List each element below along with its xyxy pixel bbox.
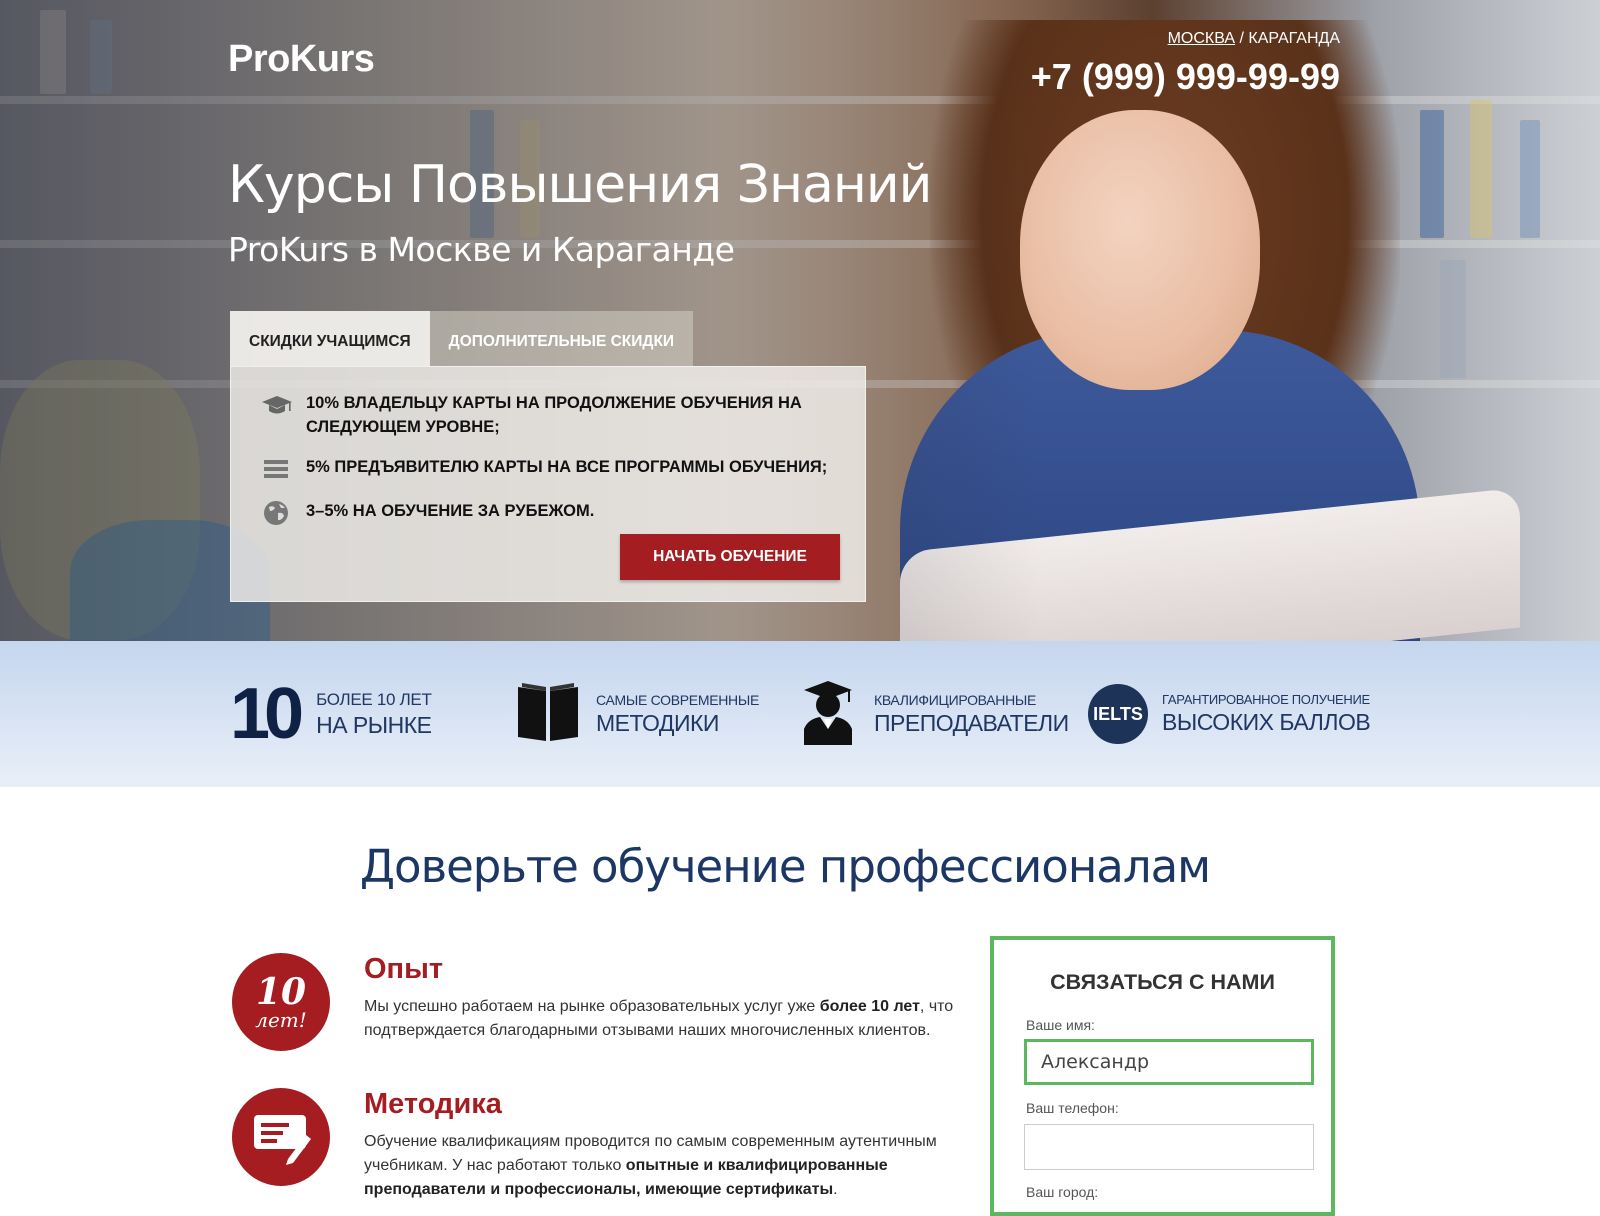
discount-text: 5% ПРЕДЪЯВИТЕЛЮ КАРТЫ НА ВСЕ ПРОГРАММЫ О… bbox=[306, 458, 828, 476]
discount-text: 3–5% НА ОБУЧЕНИЕ ЗА РУБЕЖОМ. bbox=[306, 502, 595, 520]
feature-large-text: МЕТОДИКИ bbox=[596, 709, 719, 736]
benefit-title: Методика bbox=[364, 1088, 502, 1120]
feature-large-text: НА РЫНКЕ bbox=[316, 711, 432, 738]
ielts-badge: IELTS bbox=[1088, 684, 1148, 744]
feature-years: 10 БОЛЕЕ 10 ЛЕТ НА РЫНКЕ bbox=[230, 641, 432, 787]
teacher-icon bbox=[800, 679, 856, 750]
name-label: Ваше имя: bbox=[1026, 1017, 1095, 1033]
discount-panel: 10% ВЛАДЕЛЬЦУ КАРТЫ НА ПРОДОЛЖЕНИЕ ОБУЧЕ… bbox=[230, 366, 866, 602]
hero-title: Курсы Повышения Знаний bbox=[228, 155, 932, 215]
discount-list: 10% ВЛАДЕЛЬЦУ КАРТЫ НА ПРОДОЛЖЕНИЕ ОБУЧЕ… bbox=[261, 391, 841, 543]
globe-icon bbox=[261, 499, 293, 527]
benefit-text-bold: более 10 лет bbox=[819, 998, 920, 1015]
list-icon bbox=[261, 455, 293, 483]
feature-large-text: ПРЕПОДАВАТЕЛИ bbox=[874, 709, 1069, 736]
benefit-text: Мы успешно работаем на рынке образовател… bbox=[364, 995, 964, 1043]
feature-small-text: КВАЛИФИЦИРОВАННЫЕ bbox=[874, 691, 1037, 708]
hero-section: ProKurs МОСКВА / КАРАГАНДА +7 (999) 999-… bbox=[0, 0, 1600, 641]
city-link-karaganda[interactable]: КАРАГАНДА bbox=[1248, 30, 1340, 47]
city-separator: / bbox=[1235, 30, 1249, 47]
start-learning-button[interactable]: НАЧАТЬ ОБУЧЕНИЕ bbox=[620, 534, 840, 580]
badge-number: 10 bbox=[255, 971, 307, 1013]
phone-field[interactable] bbox=[1024, 1124, 1314, 1170]
feature-small-text: ГАРАНТИРОВАННОЕ ПОЛУЧЕНИЕ bbox=[1162, 692, 1370, 707]
hero-subtitle: ProKurs в Москве и Караганде bbox=[228, 230, 735, 269]
features-bar: 10 БОЛЕЕ 10 ЛЕТ НА РЫНКЕ САМЫЕ СОВРЕМЕНН… bbox=[0, 641, 1600, 787]
discount-tabs: СКИДКИ УЧАЩИМСЯ ДОПОЛНИТЕЛЬНЫЕ СКИДКИ bbox=[230, 311, 694, 366]
phone-number[interactable]: +7 (999) 999-99-99 bbox=[1031, 56, 1340, 98]
badge-unit: лет! bbox=[255, 1008, 307, 1032]
feature-large-text: ВЫСОКИХ БАЛЛОВ bbox=[1162, 709, 1371, 735]
list-item: 3–5% НА ОБУЧЕНИЕ ЗА РУБЕЖОМ. bbox=[261, 499, 841, 527]
benefit-title: Опыт bbox=[364, 953, 444, 985]
benefit-text-part: . bbox=[833, 1181, 838, 1198]
book-icon bbox=[516, 681, 580, 748]
discount-text: 10% ВЛАДЕЛЬЦУ КАРТЫ НА ПРОДОЛЖЕНИЕ ОБУЧЕ… bbox=[306, 394, 802, 436]
feature-teachers: КВАЛИФИЦИРОВАННЫЕ ПРЕПОДАВАТЕЛИ bbox=[800, 641, 1069, 787]
city-link-moscow[interactable]: МОСКВА bbox=[1168, 30, 1235, 47]
list-item: 10% ВЛАДЕЛЬЦУ КАРТЫ НА ПРОДОЛЖЕНИЕ ОБУЧЕ… bbox=[261, 391, 841, 439]
feature-text: ГАРАНТИРОВАННОЕ ПОЛУЧЕНИЕ ВЫСОКИХ БАЛЛОВ bbox=[1162, 692, 1371, 736]
benefit-text-part: Мы успешно работаем на рынке образовател… bbox=[364, 998, 820, 1015]
name-field[interactable] bbox=[1024, 1039, 1314, 1085]
feature-ielts: IELTS ГАРАНТИРОВАННОЕ ПОЛУЧЕНИЕ ВЫСОКИХ … bbox=[1088, 641, 1371, 787]
feature-big-number: 10 bbox=[230, 674, 304, 754]
graduation-cap-icon bbox=[261, 391, 293, 419]
feature-small-text: САМЫЕ СОВРЕМЕННЫЕ bbox=[596, 691, 759, 708]
contact-title: СВЯЗАТЬСЯ С НАМИ bbox=[1050, 970, 1275, 994]
tab-student-discounts[interactable]: СКИДКИ УЧАЩИМСЯ bbox=[230, 311, 430, 366]
tab-additional-discounts[interactable]: ДОПОЛНИТЕЛЬНЫЕ СКИДКИ bbox=[429, 311, 694, 366]
phone-label: Ваш телефон: bbox=[1026, 1100, 1119, 1116]
ten-years-badge: 10 лет! bbox=[232, 953, 330, 1051]
benefit-methodology: Методика Обучение квалификациям проводит… bbox=[232, 1088, 962, 1208]
contact-form: СВЯЗАТЬСЯ С НАМИ Ваше имя: Ваш телефон: … bbox=[990, 936, 1335, 1216]
logo[interactable]: ProKurs bbox=[228, 38, 375, 81]
benefit-experience: 10 лет! Опыт Мы успешно работаем на рынк… bbox=[232, 953, 962, 1073]
certificate-icon bbox=[232, 1088, 330, 1186]
feature-text: КВАЛИФИЦИРОВАННЫЕ ПРЕПОДАВАТЕЛИ bbox=[874, 692, 1069, 737]
feature-text: САМЫЕ СОВРЕМЕННЫЕ МЕТОДИКИ bbox=[596, 692, 759, 737]
benefit-text: Обучение квалификациям проводится по сам… bbox=[364, 1130, 964, 1202]
city-switcher: МОСКВА / КАРАГАНДА bbox=[1168, 30, 1340, 48]
list-item: 5% ПРЕДЪЯВИТЕЛЮ КАРТЫ НА ВСЕ ПРОГРАММЫ О… bbox=[261, 455, 841, 483]
feature-methods: САМЫЕ СОВРЕМЕННЫЕ МЕТОДИКИ bbox=[516, 641, 759, 787]
feature-text: БОЛЕЕ 10 ЛЕТ НА РЫНКЕ bbox=[316, 689, 432, 739]
section-title: Доверьте обучение профессионалам bbox=[359, 840, 1211, 893]
city-label: Ваш город: bbox=[1026, 1184, 1099, 1200]
feature-small-text: БОЛЕЕ 10 ЛЕТ bbox=[316, 689, 432, 709]
